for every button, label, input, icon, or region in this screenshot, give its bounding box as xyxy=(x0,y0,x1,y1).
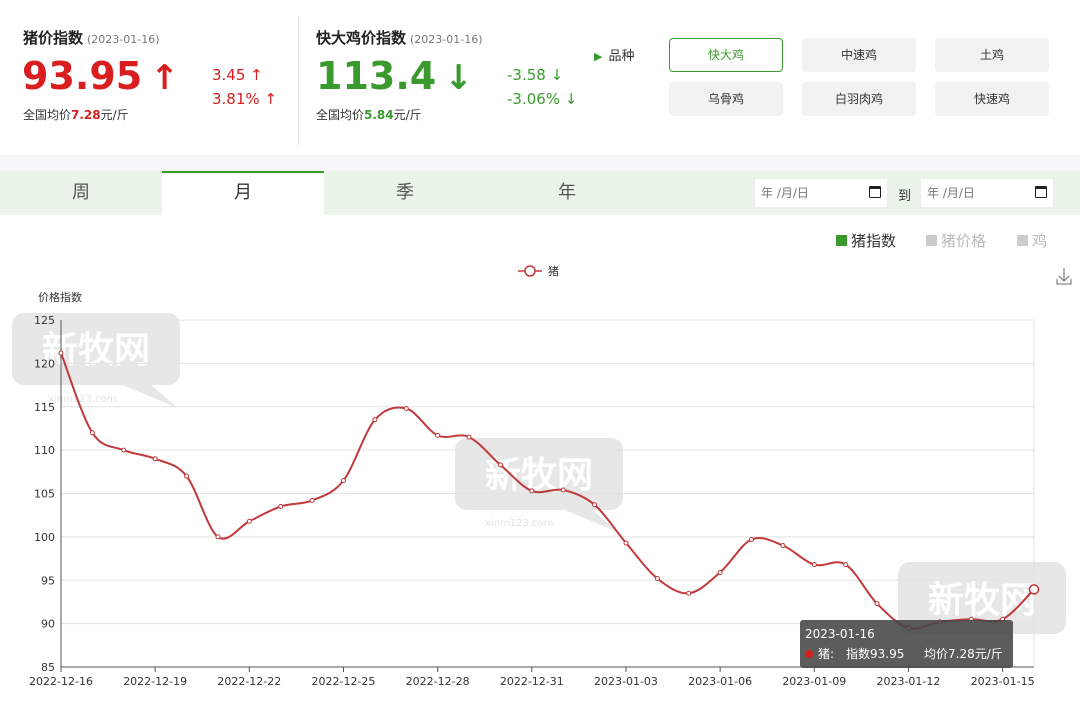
data-point[interactable] xyxy=(560,487,566,493)
data-point[interactable] xyxy=(184,473,190,479)
series-legend[interactable]: 猪 xyxy=(518,265,559,278)
data-point[interactable] xyxy=(372,417,378,423)
data-point[interactable] xyxy=(749,536,755,542)
y-axis-label: 价格指数 xyxy=(38,290,82,304)
x-tick-label: 2022-12-16 xyxy=(29,675,93,688)
watermark: 新牧网 xinm123.com xyxy=(455,438,623,532)
x-tick-label: 2023-01-12 xyxy=(876,675,940,688)
data-point[interactable] xyxy=(340,477,346,483)
data-point[interactable] xyxy=(403,405,409,411)
data-point[interactable] xyxy=(592,502,598,508)
watermark-text: 新牧网 xyxy=(928,580,1036,621)
data-point[interactable] xyxy=(215,534,221,540)
data-point[interactable] xyxy=(435,432,441,438)
series-legend-label: 猪 xyxy=(548,265,559,278)
watermark-url: xinm123.com xyxy=(485,518,553,529)
data-point[interactable] xyxy=(811,562,817,568)
y-tick-label: 110 xyxy=(34,444,55,457)
x-tick-label: 2023-01-03 xyxy=(594,675,658,688)
watermark-url: xinm123.com xyxy=(48,394,116,405)
data-point[interactable] xyxy=(780,543,786,549)
data-point[interactable] xyxy=(497,462,503,468)
y-tick-label: 105 xyxy=(34,488,55,501)
x-tick-label: 2022-12-25 xyxy=(312,675,376,688)
data-point[interactable] xyxy=(654,576,660,582)
y-tick-label: 95 xyxy=(41,574,55,587)
download-icon[interactable] xyxy=(1056,268,1072,285)
tooltip-date: 2023-01-16 xyxy=(805,627,875,641)
data-point[interactable] xyxy=(1028,584,1040,595)
watermark-text: 新牧网 xyxy=(42,330,150,371)
x-tick-label: 2022-12-31 xyxy=(500,675,564,688)
data-point[interactable] xyxy=(278,504,284,510)
x-tick-label: 2023-01-06 xyxy=(688,675,752,688)
y-tick-label: 90 xyxy=(41,618,55,631)
price-index-chart: 新牧网 xinm123.com 新牧网 xinm123.com 新牧网 猪 价格… xyxy=(12,265,1072,688)
tooltip-series-name: 猪: xyxy=(818,647,834,661)
tooltip-series-dot xyxy=(805,650,813,658)
data-point[interactable] xyxy=(58,350,64,356)
data-point[interactable] xyxy=(686,590,692,596)
data-point[interactable] xyxy=(309,497,315,503)
data-point[interactable] xyxy=(874,601,880,607)
data-point[interactable] xyxy=(121,447,127,453)
data-point[interactable] xyxy=(843,562,849,568)
tooltip-index: 指数93.95 xyxy=(846,646,904,661)
watermark-text: 新牧网 xyxy=(485,455,593,496)
tooltip: 2023-01-16 猪: 指数93.95 均价7.28元/斤 xyxy=(800,620,1013,668)
x-tick-label: 2022-12-22 xyxy=(217,675,281,688)
y-axis-ticks: 85 90 95 100 105 110 115 120 125 xyxy=(34,314,55,674)
data-point[interactable] xyxy=(466,434,472,440)
data-point[interactable] xyxy=(529,488,535,494)
y-tick-label: 120 xyxy=(34,357,55,370)
data-point[interactable] xyxy=(623,540,629,546)
watermark-bubble-tail xyxy=(120,384,178,408)
data-point[interactable] xyxy=(717,569,723,575)
series-line-pig xyxy=(60,352,1035,630)
x-tick-label: 2023-01-15 xyxy=(971,675,1035,688)
x-tick-label: 2023-01-09 xyxy=(782,675,846,688)
x-axis-ticks: 2022-12-16 2022-12-19 2022-12-22 2022-12-25… xyxy=(29,667,1035,688)
x-tick-label: 2022-12-19 xyxy=(123,675,187,688)
y-tick-label: 115 xyxy=(34,401,55,414)
data-point[interactable] xyxy=(89,430,95,436)
tooltip-price: 均价7.28元/斤 xyxy=(924,647,1003,661)
y-tick-label: 100 xyxy=(34,531,55,544)
series-legend-marker xyxy=(524,265,536,277)
data-point[interactable] xyxy=(152,456,158,462)
y-tick-label: 125 xyxy=(34,314,55,327)
x-tick-label: 2022-12-28 xyxy=(406,675,470,688)
data-point[interactable] xyxy=(246,518,252,524)
y-tick-label: 85 xyxy=(41,661,55,674)
